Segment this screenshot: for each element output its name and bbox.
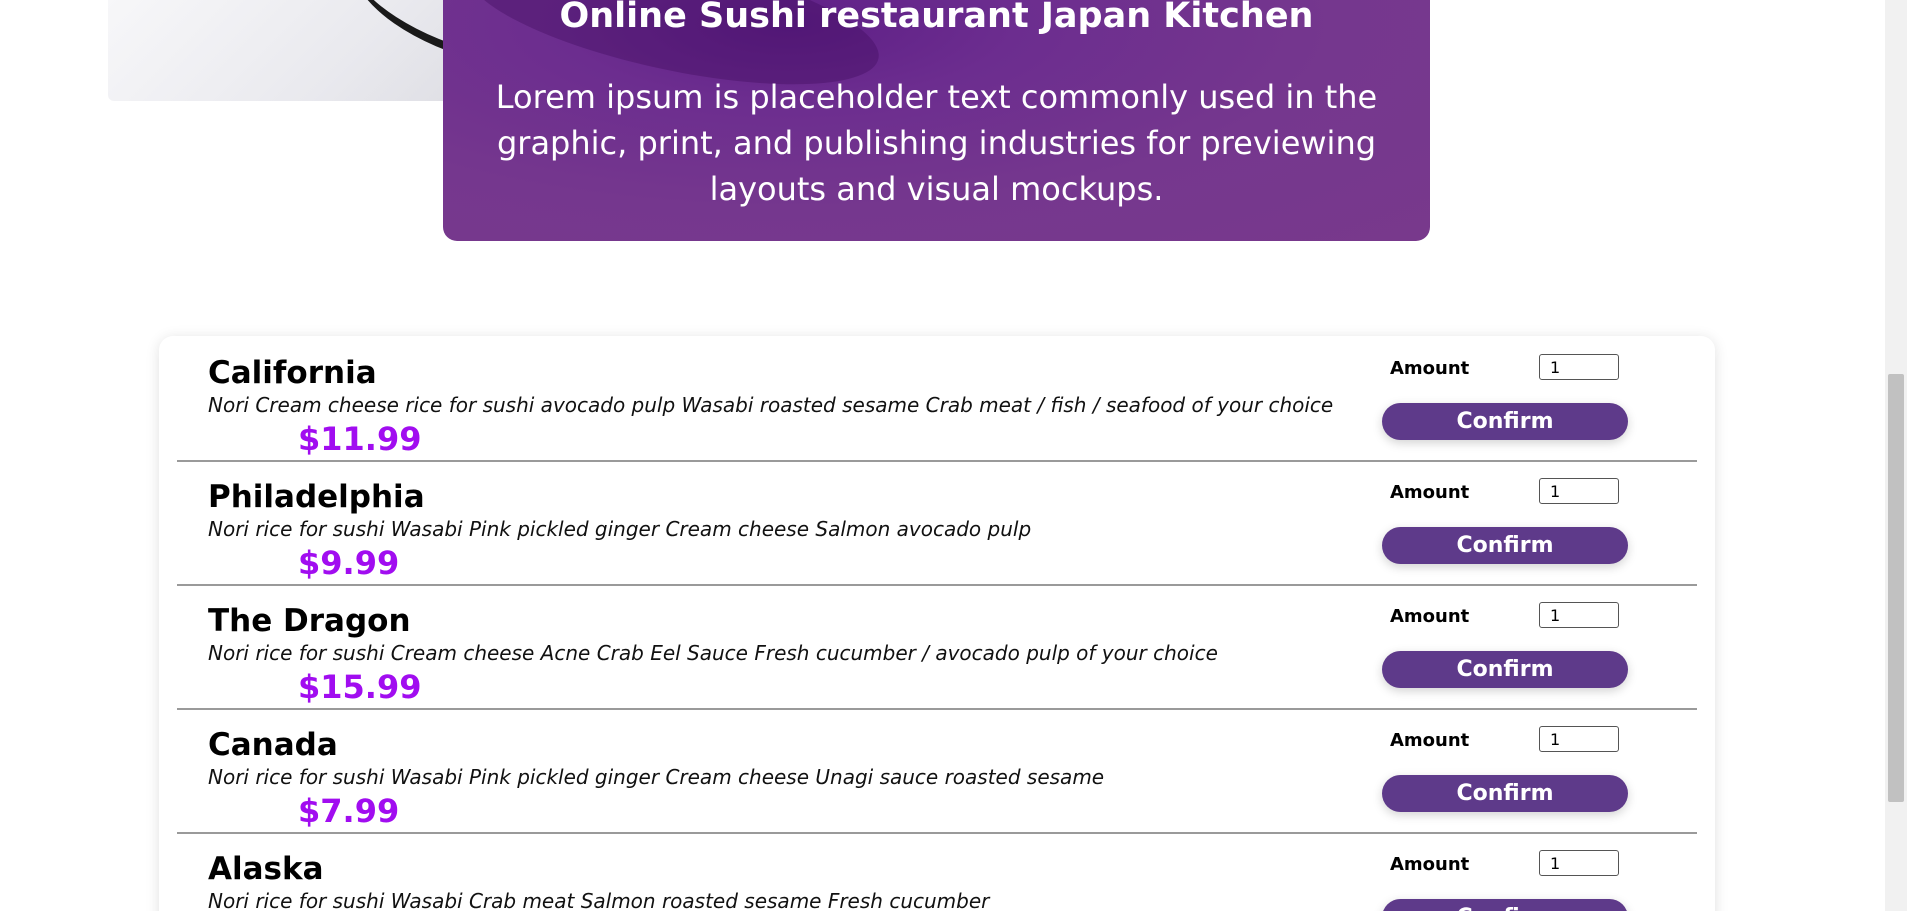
confirm-button[interactable]: Confirm	[1382, 403, 1628, 440]
item-price: $9.99	[298, 544, 400, 582]
amount-label: Amount	[1390, 730, 1470, 751]
page-scrollbar[interactable]	[1885, 0, 1907, 911]
amount-label: Amount	[1390, 358, 1470, 379]
item-price: $15.99	[298, 668, 422, 706]
menu-item-canada: Canada Nori rice for sushi Wasabi Pink p…	[177, 708, 1697, 834]
amount-label: Amount	[1390, 854, 1470, 875]
menu-list: California Nori Cream cheese rice for su…	[159, 336, 1715, 911]
item-name: California	[208, 355, 377, 391]
amount-input[interactable]	[1539, 478, 1619, 504]
menu-item-alaska: Alaska Nori rice for sushi Wasabi Crab m…	[177, 832, 1697, 911]
item-name: Alaska	[208, 851, 324, 887]
confirm-button[interactable]: Confirm	[1382, 527, 1628, 564]
page: Online Sushi restaurant Japan Kitchen Lo…	[0, 0, 1907, 911]
item-description: Nori rice for sushi Wasabi Pink pickled …	[208, 517, 1032, 541]
banner-description: Lorem ipsum is placeholder text commonly…	[495, 78, 1378, 208]
item-description: Nori rice for sushi Cream cheese Acne Cr…	[208, 641, 1218, 665]
menu-item-philadelphia: Philadelphia Nori rice for sushi Wasabi …	[177, 460, 1697, 586]
amount-input[interactable]	[1539, 602, 1619, 628]
item-description: Nori Cream cheese rice for sushi avocado…	[208, 393, 1334, 417]
item-name: The Dragon	[208, 603, 411, 639]
menu-item-california: California Nori Cream cheese rice for su…	[177, 336, 1697, 462]
amount-input[interactable]	[1539, 850, 1619, 876]
scrollbar-thumb[interactable]	[1888, 374, 1904, 802]
confirm-button[interactable]: Confirm	[1382, 775, 1628, 812]
confirm-button[interactable]: Confirm	[1382, 651, 1628, 688]
item-description: Nori rice for sushi Wasabi Pink pickled …	[208, 765, 1105, 789]
item-name: Canada	[208, 727, 338, 763]
menu-item-the-dragon: The Dragon Nori rice for sushi Cream che…	[177, 584, 1697, 710]
item-price: $7.99	[298, 792, 400, 830]
amount-input[interactable]	[1539, 354, 1619, 380]
item-description: Nori rice for sushi Wasabi Crab meat Sal…	[208, 889, 990, 911]
page-title: Online Sushi restaurant Japan Kitchen	[559, 0, 1314, 36]
item-name: Philadelphia	[208, 479, 425, 515]
confirm-button[interactable]: Confirm	[1382, 899, 1628, 911]
item-price: $11.99	[298, 420, 422, 458]
amount-label: Amount	[1390, 606, 1470, 627]
amount-input[interactable]	[1539, 726, 1619, 752]
hero-banner: Online Sushi restaurant Japan Kitchen Lo…	[443, 0, 1430, 241]
amount-label: Amount	[1390, 482, 1470, 503]
